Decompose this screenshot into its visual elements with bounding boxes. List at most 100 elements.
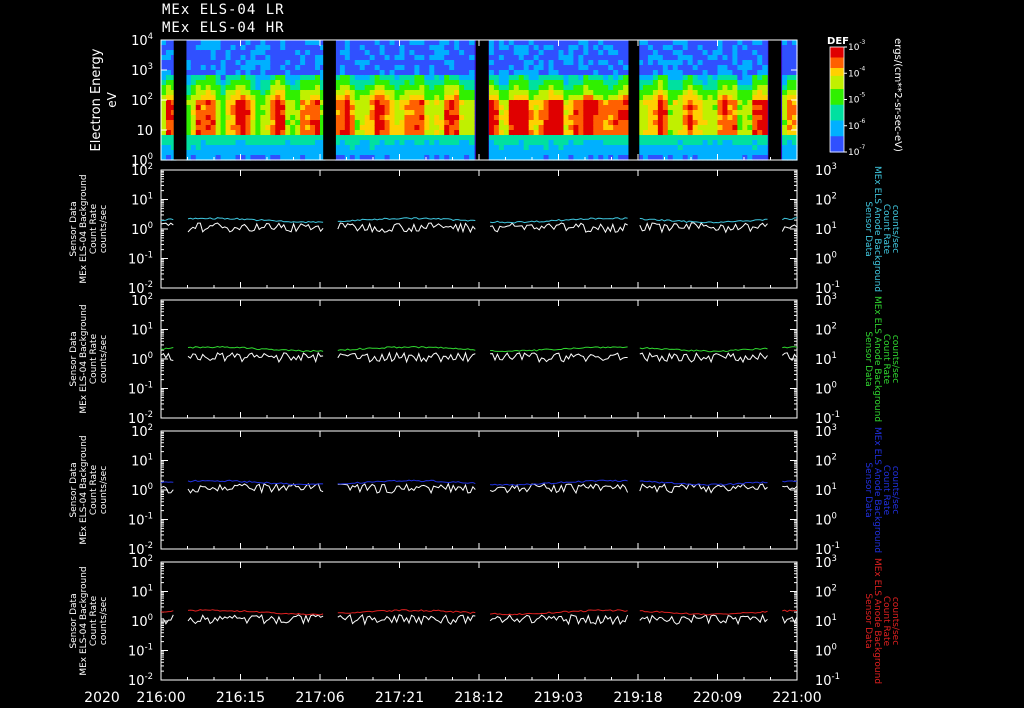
spectrogram-cell [315,55,321,61]
spectrogram-cell [374,110,381,116]
spectrogram-cell [230,55,237,61]
spectrogram-cell [677,95,684,101]
spectrogram-cell [469,60,475,66]
spectrogram-cell [593,85,599,91]
spectrogram-cell [339,65,346,71]
spectrogram-cell [185,95,192,101]
spectrogram-cell [757,50,763,56]
spectrogram-column [205,40,212,161]
spectrogram-cell [379,80,386,86]
spectrogram-cell [205,65,212,71]
spectrogram-cell [384,120,391,126]
spectrogram-cell [603,120,609,126]
spectrogram-column [245,40,252,161]
spectrogram-cell [240,145,247,151]
spectrogram-cell [195,110,202,116]
spectrogram-cell [280,55,286,61]
spectrogram-column [712,40,719,161]
spectrogram-cell [717,140,724,146]
spectrogram-cell [528,100,535,106]
spectrogram-cell [558,130,565,136]
spectrogram-cell [459,50,465,56]
spectrogram-cell [687,120,694,126]
spectrogram-cell [305,130,311,136]
spectrogram-cell [315,140,321,146]
spectrogram-cell [608,150,614,156]
spectrogram-cell [225,125,232,131]
spectrogram-cell [568,105,575,111]
spectrogram-cell [623,80,629,86]
spectrogram-cell [712,95,719,101]
spectrogram-cell [469,95,475,101]
spectrogram-cell [518,120,525,126]
spectrogram-cell [593,125,599,131]
spectrogram-cell [672,105,679,111]
spectrogram-cell [384,135,391,141]
spectrogram-cell [429,55,435,61]
spectrogram-cell [687,130,694,136]
spectrogram-cell [583,150,589,156]
spectrogram-cell [533,120,540,126]
spectrogram-cell [508,150,515,156]
spectrogram-cell [583,50,589,56]
spectrogram-cell [195,40,202,46]
spectrogram-cell [369,120,376,126]
spectrogram-cell [389,80,396,86]
spectrogram-cell [613,75,619,81]
spectrogram-cell [379,95,386,101]
spectrogram-cell [419,105,425,111]
spectrogram-cell [414,115,420,121]
spectrogram-cell [379,115,386,121]
left-tick-label: 102 [131,553,153,571]
spectrogram-cell [702,75,709,81]
spectrogram-cell [657,40,664,46]
spectrogram-cell [672,145,679,151]
spectrogram-cell [424,45,430,51]
spectrogram-cell [697,125,704,131]
spectrogram-cell [359,130,366,136]
spectrogram-cell [344,80,351,86]
spectrogram-cell [752,105,758,111]
spectrogram-cell [280,75,286,81]
spectrogram-cell [464,150,470,156]
spectrogram-column [344,40,351,161]
spectrogram-cell [260,70,266,76]
left-axis-label: Count Rate [89,464,99,515]
spectrogram-column [399,40,406,161]
spectrogram-cell [374,125,381,131]
spectrogram-cell [245,125,252,131]
spectrogram-cell [762,60,768,66]
spectrogram-cell [394,125,401,131]
spectrogram-cell [727,100,734,106]
y-tick-label: 104 [131,31,153,49]
spectrogram-cell [220,70,227,76]
spectrogram-cell [240,140,247,146]
spectrogram-cell [623,60,629,66]
spectrogram-cell [702,50,709,56]
spectrogram-cell [394,130,401,136]
spectrogram-cell [240,60,247,66]
spectrogram-cell [662,130,669,136]
spectrogram-cell [190,40,197,46]
x-tick-label: 216:00 [136,690,185,706]
spectrogram-cell [374,40,381,46]
spectrogram-cell [310,95,316,101]
spectrogram-cell [702,140,709,146]
spectrogram-cell [464,75,470,81]
spectrogram-cell [727,45,734,51]
spectrogram-cell [235,55,242,61]
spectrogram-cell [439,100,445,106]
spectrogram-cell [618,115,624,121]
spectrogram-cell [762,110,768,116]
spectrogram-cell [667,55,674,61]
spectrogram-cell [618,60,624,66]
spectrogram-cell [364,90,371,96]
spectrogram-cell [414,120,420,126]
spectrogram-cell [503,120,510,126]
spectrogram-cell [265,125,271,131]
spectrogram-cell [409,100,416,106]
spectrogram-cell [404,75,411,81]
spectrogram-column [414,40,420,161]
spectrogram-cell [498,145,505,151]
spectrogram-cell [563,55,570,61]
